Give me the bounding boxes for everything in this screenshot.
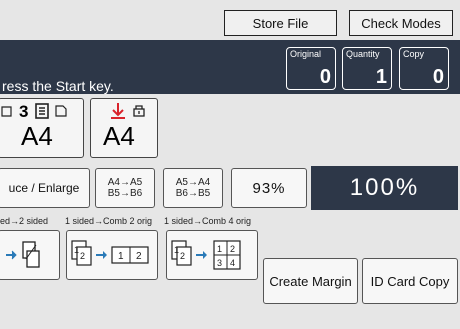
paper-size: A4 [103,121,135,151]
quantity-counter: Quantity 1 [342,47,392,90]
paper-tray-3-button[interactable]: 3 A4 [0,98,84,158]
ratio-line: B5→B6 [107,188,143,199]
svg-text:1: 1 [217,244,222,254]
svg-text:2: 2 [136,251,142,262]
combine-4-icon: 1 2 1 2 3 4 [171,240,241,270]
quantity-counter-value: 1 [375,66,387,88]
comb-4-orig-button[interactable]: 1 2 1 2 3 4 [166,230,258,280]
tray-number: 3 [19,102,29,121]
status-message: ress the Start key. [2,78,114,94]
reduce-enlarge-button[interactable]: uce / Enlarge [0,168,90,208]
svg-text:1: 1 [174,245,179,255]
svg-text:3: 3 [217,258,222,268]
duplex-label: ed→2 sided [0,216,49,226]
copy-counter-label: Copy [403,49,425,59]
store-file-button[interactable]: Store File [224,10,337,36]
duplex-2sided-button[interactable] [0,230,60,280]
svg-text:2: 2 [180,251,185,261]
bypass-tray-icon [111,103,125,119]
paper-icon [1,106,12,117]
copy-counter-value: 0 [432,66,444,88]
id-card-copy-button[interactable]: ID Card Copy [362,258,458,304]
duplex-label: 1 sided→Comb 2 orig [65,216,153,226]
ratio-line: B6→B5 [175,188,211,199]
quantity-counter-label: Quantity [346,49,380,59]
ratio-line: A4→A5 [107,177,143,188]
check-modes-button[interactable]: Check Modes [349,10,453,36]
lock-icon [133,105,145,117]
paper-stack-icon [35,103,49,119]
ratio-a5-a4-button[interactable]: A5→A4 B6→B5 [163,168,223,208]
paper-size: A4 [21,121,53,151]
original-counter: Original 0 [286,47,336,90]
original-counter-value: 0 [319,66,331,88]
svg-text:2: 2 [230,244,235,254]
bypass-tray-button[interactable]: A4 [90,98,158,158]
ratio-93-button[interactable]: 93% [231,168,307,208]
current-ratio-display: 100% [311,166,458,210]
original-counter-label: Original [290,49,322,59]
duplex-label: 1 sided→Comb 4 orig [164,216,252,226]
svg-text:4: 4 [230,258,235,268]
ratio-line: A5→A4 [175,177,211,188]
svg-text:1: 1 [118,251,124,262]
portrait-paper-icon [55,105,67,117]
svg-text:1: 1 [74,245,79,255]
copy-counter: Copy 0 [399,47,449,90]
svg-text:2: 2 [80,251,85,261]
create-margin-button[interactable]: Create Margin [263,258,358,304]
two-sided-icon [6,241,40,268]
comb-2-orig-button[interactable]: 1 2 1 2 [66,230,158,280]
ratio-a4-a5-button[interactable]: A4→A5 B5→B6 [95,168,155,208]
combine-2-icon: 1 2 1 2 [71,240,149,266]
